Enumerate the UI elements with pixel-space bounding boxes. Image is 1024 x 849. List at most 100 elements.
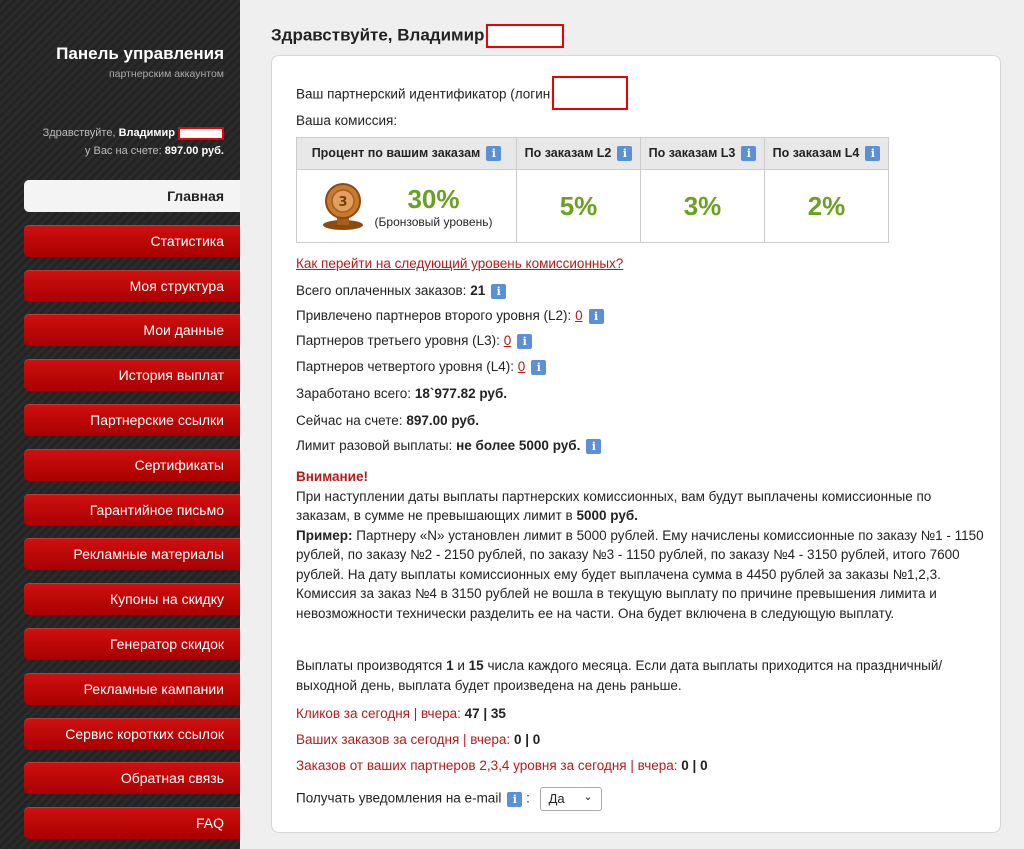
earned-label: Заработано всего: [296,386,412,401]
l3-partners-row: Партнеров третьего уровня (L3): 0i [296,333,533,349]
orders-value: 21 [470,283,486,298]
info-icon[interactable]: i [517,333,533,349]
notice-block: Внимание! При наступлении даты выплаты п… [296,467,986,623]
menu-item-ad-materials[interactable]: Рекламные материалы [24,538,240,571]
partner-id-label: Ваш партнерский идентификатор (логин [296,86,551,102]
info-icon[interactable]: i [588,308,604,324]
redacted-login [552,76,629,110]
partner-orders-label: Заказов от ваших партнеров 2,3,4 уровня … [296,758,678,773]
menu-item-faq[interactable]: FAQ [24,807,240,840]
limit-value: не более 5000 руб. [456,438,581,453]
own-commission-cell: 3 30% (Бронзовый уровень) [296,169,517,243]
my-orders-label: Ваших заказов за сегодня | вчера: [296,732,511,747]
main-menu: Главная Статистика Моя структура Мои дан… [24,180,240,849]
brand: Панель управления партнерским аккаунтом [56,44,224,80]
menu-item-home[interactable]: Главная [24,180,240,212]
header-own-orders: Процент по вашим заказам i [296,137,517,170]
header-l3: По заказам L3 i [640,137,765,170]
l3-percent: 3% [683,190,722,221]
balance-prefix: у Вас на счете: [84,145,162,157]
svg-text:3: 3 [338,195,347,210]
menu-item-short-links[interactable]: Сервис коротких ссылок [24,717,240,750]
panel-title: Панель управления [56,44,224,63]
own-level: (Бронзовый уровень) [374,214,493,229]
info-icon[interactable]: i [507,791,523,807]
l2-partners-link[interactable]: 0 [575,308,583,323]
header-l4-label: По заказам L4 [772,145,860,160]
l2-partners-row: Привлечено партнеров второго уровня (L2)… [296,308,604,324]
l3-partners-label: Партнеров третьего уровня (L3): [296,333,500,348]
redacted-surname [486,24,565,48]
balance-value: 897.00 руб. [406,413,480,428]
partner-orders-value: 0 | 0 [681,758,708,773]
info-icon[interactable]: i [865,146,881,162]
notice-example: Пример: Партнеру «N» установлен лимит в … [296,526,986,624]
info-icon[interactable]: i [531,359,547,375]
l2-commission-cell: 5% [516,169,641,243]
menu-item-discount-generator[interactable]: Генератор скидок [24,627,240,660]
payout-day-1: 1 [446,658,454,673]
example-label: Пример: [296,527,353,543]
menu-item-feedback[interactable]: Обратная связь [24,762,240,795]
l3-partners-link[interactable]: 0 [504,333,512,348]
info-icon[interactable]: i [486,146,502,162]
l2-percent: 5% [559,190,598,221]
l4-commission-cell: 2% [764,169,889,243]
next-level-link[interactable]: Как перейти на следующий уровень комисси… [296,256,623,271]
l3-commission-cell: 3% [640,169,765,243]
header-own-orders-label: Процент по вашим заказам [311,145,481,160]
menu-item-guarantee-letter[interactable]: Гарантийное письмо [24,493,240,526]
info-icon[interactable]: i [617,146,633,162]
info-icon[interactable]: i [741,146,757,162]
commission-table: Процент по вашим заказам i По заказам L2 i… [296,137,889,243]
payout-text-1: Выплаты производятся [296,658,443,673]
chevron-down-icon: ⌄ [583,791,593,803]
orders-label: Всего оплаченных заказов: [296,283,467,298]
my-orders-row: Ваших заказов за сегодня | вчера: 0 | 0 [296,732,540,747]
l4-partners-link[interactable]: 0 [518,359,526,374]
redacted-surname [178,126,224,140]
partner-id-row: Ваш партнерский идентификатор (логин [296,76,629,112]
notify-label: Получать уведомления на e-mail [296,790,502,806]
balance-row: Сейчас на счете: 897.00 руб. [296,413,479,428]
page-title: Здравствуйте, Владимир [271,24,565,48]
limit-row: Лимит разовой выплаты: не более 5000 руб… [296,438,602,454]
sidebar-balance: 897.00 руб. [164,145,224,157]
notify-select-value: Да [548,791,565,806]
payout-day-2: 15 [468,658,484,673]
payout-and: и [457,658,465,673]
menu-item-partner-links[interactable]: Партнерские ссылки [24,403,240,436]
commission-label: Ваша комиссия: [296,113,398,128]
user-name: Владимир [118,127,175,139]
panel-subtitle: партнерским аккаунтом [108,68,224,80]
header-l4: По заказам L4 i [764,137,889,170]
menu-item-coupons[interactable]: Купоны на скидку [24,583,240,616]
l4-partners-label: Партнеров четвертого уровня (L4): [296,359,515,374]
header-l2-label: По заказам L2 [524,145,612,160]
menu-item-certificates[interactable]: Сертификаты [24,448,240,481]
info-icon[interactable]: i [586,438,602,454]
clicks-row: Кликов за сегодня | вчера: 47 | 35 [296,706,506,721]
orders-row: Всего оплаченных заказов: 21 i [296,283,507,299]
menu-item-my-data[interactable]: Мои данные [24,314,240,347]
menu-item-statistics[interactable]: Статистика [24,224,240,257]
header-l3-label: По заказам L3 [648,145,736,160]
sidebar: Панель управления партнерским аккаунтом … [0,0,240,849]
menu-item-structure[interactable]: Моя структура [24,269,240,302]
clicks-value: 47 | 35 [464,706,506,721]
info-icon[interactable]: i [491,283,507,299]
greeting-text: Здравствуйте, Владимир [271,25,485,45]
menu-item-ad-campaigns[interactable]: Рекламные кампании [24,672,240,705]
partner-orders-row: Заказов от ваших партнеров 2,3,4 уровня … [296,758,708,773]
notice-text: При наступлении даты выплаты партнерских… [296,487,986,526]
greeting-prefix: Здравствуйте, [42,127,116,139]
menu-item-payout-history[interactable]: История выплат [24,359,240,392]
earned-row: Заработано всего: 18`977.82 руб. [296,386,507,401]
limit-label: Лимит разовой выплаты: [296,438,453,453]
next-level-row: Как перейти на следующий уровень комисси… [296,256,623,271]
l4-percent: 2% [807,190,846,221]
user-info: Здравствуйте, Владимир у Вас на счете: 8… [43,124,224,160]
notify-select[interactable]: Да ⌄ [539,787,602,811]
example-text: Партнеру «N» установлен лимит в 5000 руб… [296,527,984,621]
header-l2: По заказам L2 i [516,137,641,170]
